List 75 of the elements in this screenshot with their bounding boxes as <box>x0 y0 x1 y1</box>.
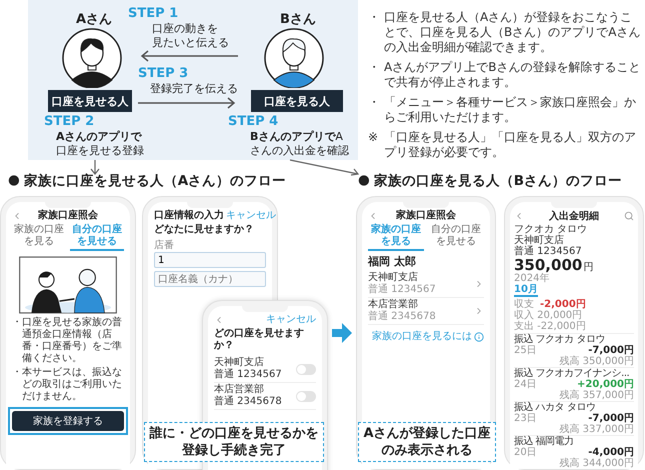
next-arrow-icon <box>331 322 353 344</box>
step-text: 口座の動きを <box>152 22 219 36</box>
step-label: STEP 1 <box>128 6 178 21</box>
step-label: STEP 2 <box>44 114 94 129</box>
bullet-mark: ・ <box>368 95 381 111</box>
income-total: 収入 20,000円 <box>514 310 582 321</box>
search-icon[interactable] <box>624 211 634 221</box>
caption-text: Aさんが登録した口座のみ表示される <box>358 422 496 462</box>
net-amount: -2,000円 <box>540 299 586 310</box>
step-text: 登録完了を伝える <box>150 82 238 96</box>
step-label: STEP 3 <box>138 66 188 81</box>
tab[interactable]: 自分の口座を見せる <box>428 224 484 251</box>
note-text: 口座を見せる人（Aさん）が登録をおこなうことで、口座を見る人（Bさん）のアプリでAさんの入出金明細が確認できます。 <box>384 10 641 55</box>
account-row[interactable]: 天神町支店 普通 1234567 <box>368 271 484 298</box>
bullet-mark: ● <box>358 172 370 190</box>
bullet-mark: ・ <box>12 367 22 380</box>
toggle-switch[interactable] <box>296 364 316 374</box>
register-button[interactable]: 家族を登録する <box>12 411 124 431</box>
expense-total: 支出 -22,000円 <box>514 321 586 332</box>
step-text: BさんのアプリでA <box>250 130 344 144</box>
screen-title: 口座情報の入力 <box>154 210 224 222</box>
branch-name: 天神町支店 <box>514 235 565 246</box>
input-field[interactable]: 1 <box>154 252 266 268</box>
person-name: Aさん <box>76 11 112 28</box>
account-holder: フクオカ タロウ <box>514 224 588 235</box>
person-avatar <box>264 28 324 88</box>
account-number: 普通 2345678 <box>214 396 282 408</box>
bullet-mark: ※ <box>368 130 380 146</box>
account-holder: 福岡 太郎 <box>368 256 417 268</box>
toggle-switch[interactable] <box>296 390 316 402</box>
account-row[interactable]: 本店営業部 普通 2345678 <box>368 298 484 325</box>
step-text: 口座を見せる登録 <box>56 144 144 158</box>
note-text: 「メニュー＞各種サービス＞家族口座照会」からご利用いただけます。 <box>384 95 637 125</box>
step-text: Aさんのアプリで <box>56 130 143 144</box>
person-name: Bさん <box>280 11 316 28</box>
step-text: さんの入出金を確認 <box>250 144 349 158</box>
transaction-row[interactable]: 振込 フクオカフイナンシ... 24日 +20,000円 残高 357,000円 <box>514 367 634 401</box>
flow-arrow <box>289 159 360 176</box>
note-text: 口座を見せる家族の普通預金口座情報（店番・口座番号）をご準備ください。 <box>22 317 123 365</box>
info-icon <box>474 332 484 342</box>
tab[interactable]: 家族の口座を見る <box>12 224 66 251</box>
net-label: 収支 <box>514 299 534 310</box>
branch-name: 天神町支店 <box>214 357 265 368</box>
section-heading: 家族の口座を見る人（Bさん）のフロー <box>374 172 622 191</box>
field-label: 店番 <box>154 240 175 252</box>
bullet-mark: ・ <box>12 317 22 330</box>
input-field[interactable]: 口座名義（カナ） <box>154 271 266 287</box>
step-label: STEP 4 <box>228 114 278 129</box>
transaction-row[interactable]: 振込 フクオカ タロウ 25日 -7,000円 残高 350,000円 <box>514 333 634 367</box>
section-heading: 家族に口座を見せる人（Aさん）のフロー <box>24 172 286 191</box>
transaction-row[interactable]: 振込 ハカタ タロウ 23日 -7,000円 残高 337,000円 <box>514 401 634 435</box>
note-text: 本サービスは、振込などの取引はご利用いただけません。 <box>22 367 123 403</box>
question-text: どの口座を見せますか？ <box>214 328 305 352</box>
bullet-mark: ● <box>8 172 20 190</box>
question-text: どなたに見せますか？ <box>154 224 255 236</box>
bullet-mark: ・ <box>368 10 381 26</box>
currency-unit: 円 <box>583 262 594 273</box>
flow-arrow <box>90 159 100 175</box>
screen-title: 入出金明細 <box>549 210 599 222</box>
year-label: 2024年 <box>514 273 550 284</box>
bullet-mark: ・ <box>368 60 381 76</box>
screen-title: 家族口座照会 <box>396 210 456 222</box>
note-text: 「口座を見せる人」「口座を見る人」双方のアプリ登録が必要です。 <box>384 130 637 160</box>
caption-text: 誰に・どの口座を見せるかを登録し手続き完了 <box>144 422 324 462</box>
role-label: 口座を見る人 <box>251 90 343 112</box>
role-label: 口座を見せる人 <box>48 90 132 112</box>
transaction-row[interactable]: 振込 福岡電力 20日 -4,000円 残高 344,000円 <box>514 435 634 469</box>
note-text: Aさんがアプリ上でBさんの登録を解除することで共有が停止されます。 <box>384 60 641 90</box>
branch-name: 本店営業部 <box>214 384 265 396</box>
screen-title: 家族口座照会 <box>38 210 98 222</box>
account-number: 普通 1234567 <box>514 246 583 257</box>
person-avatar <box>62 28 122 88</box>
step-text: 見たいと伝える <box>152 36 229 50</box>
account-number: 普通 1234567 <box>214 369 282 381</box>
balance-amount: 350,000 <box>514 257 582 273</box>
